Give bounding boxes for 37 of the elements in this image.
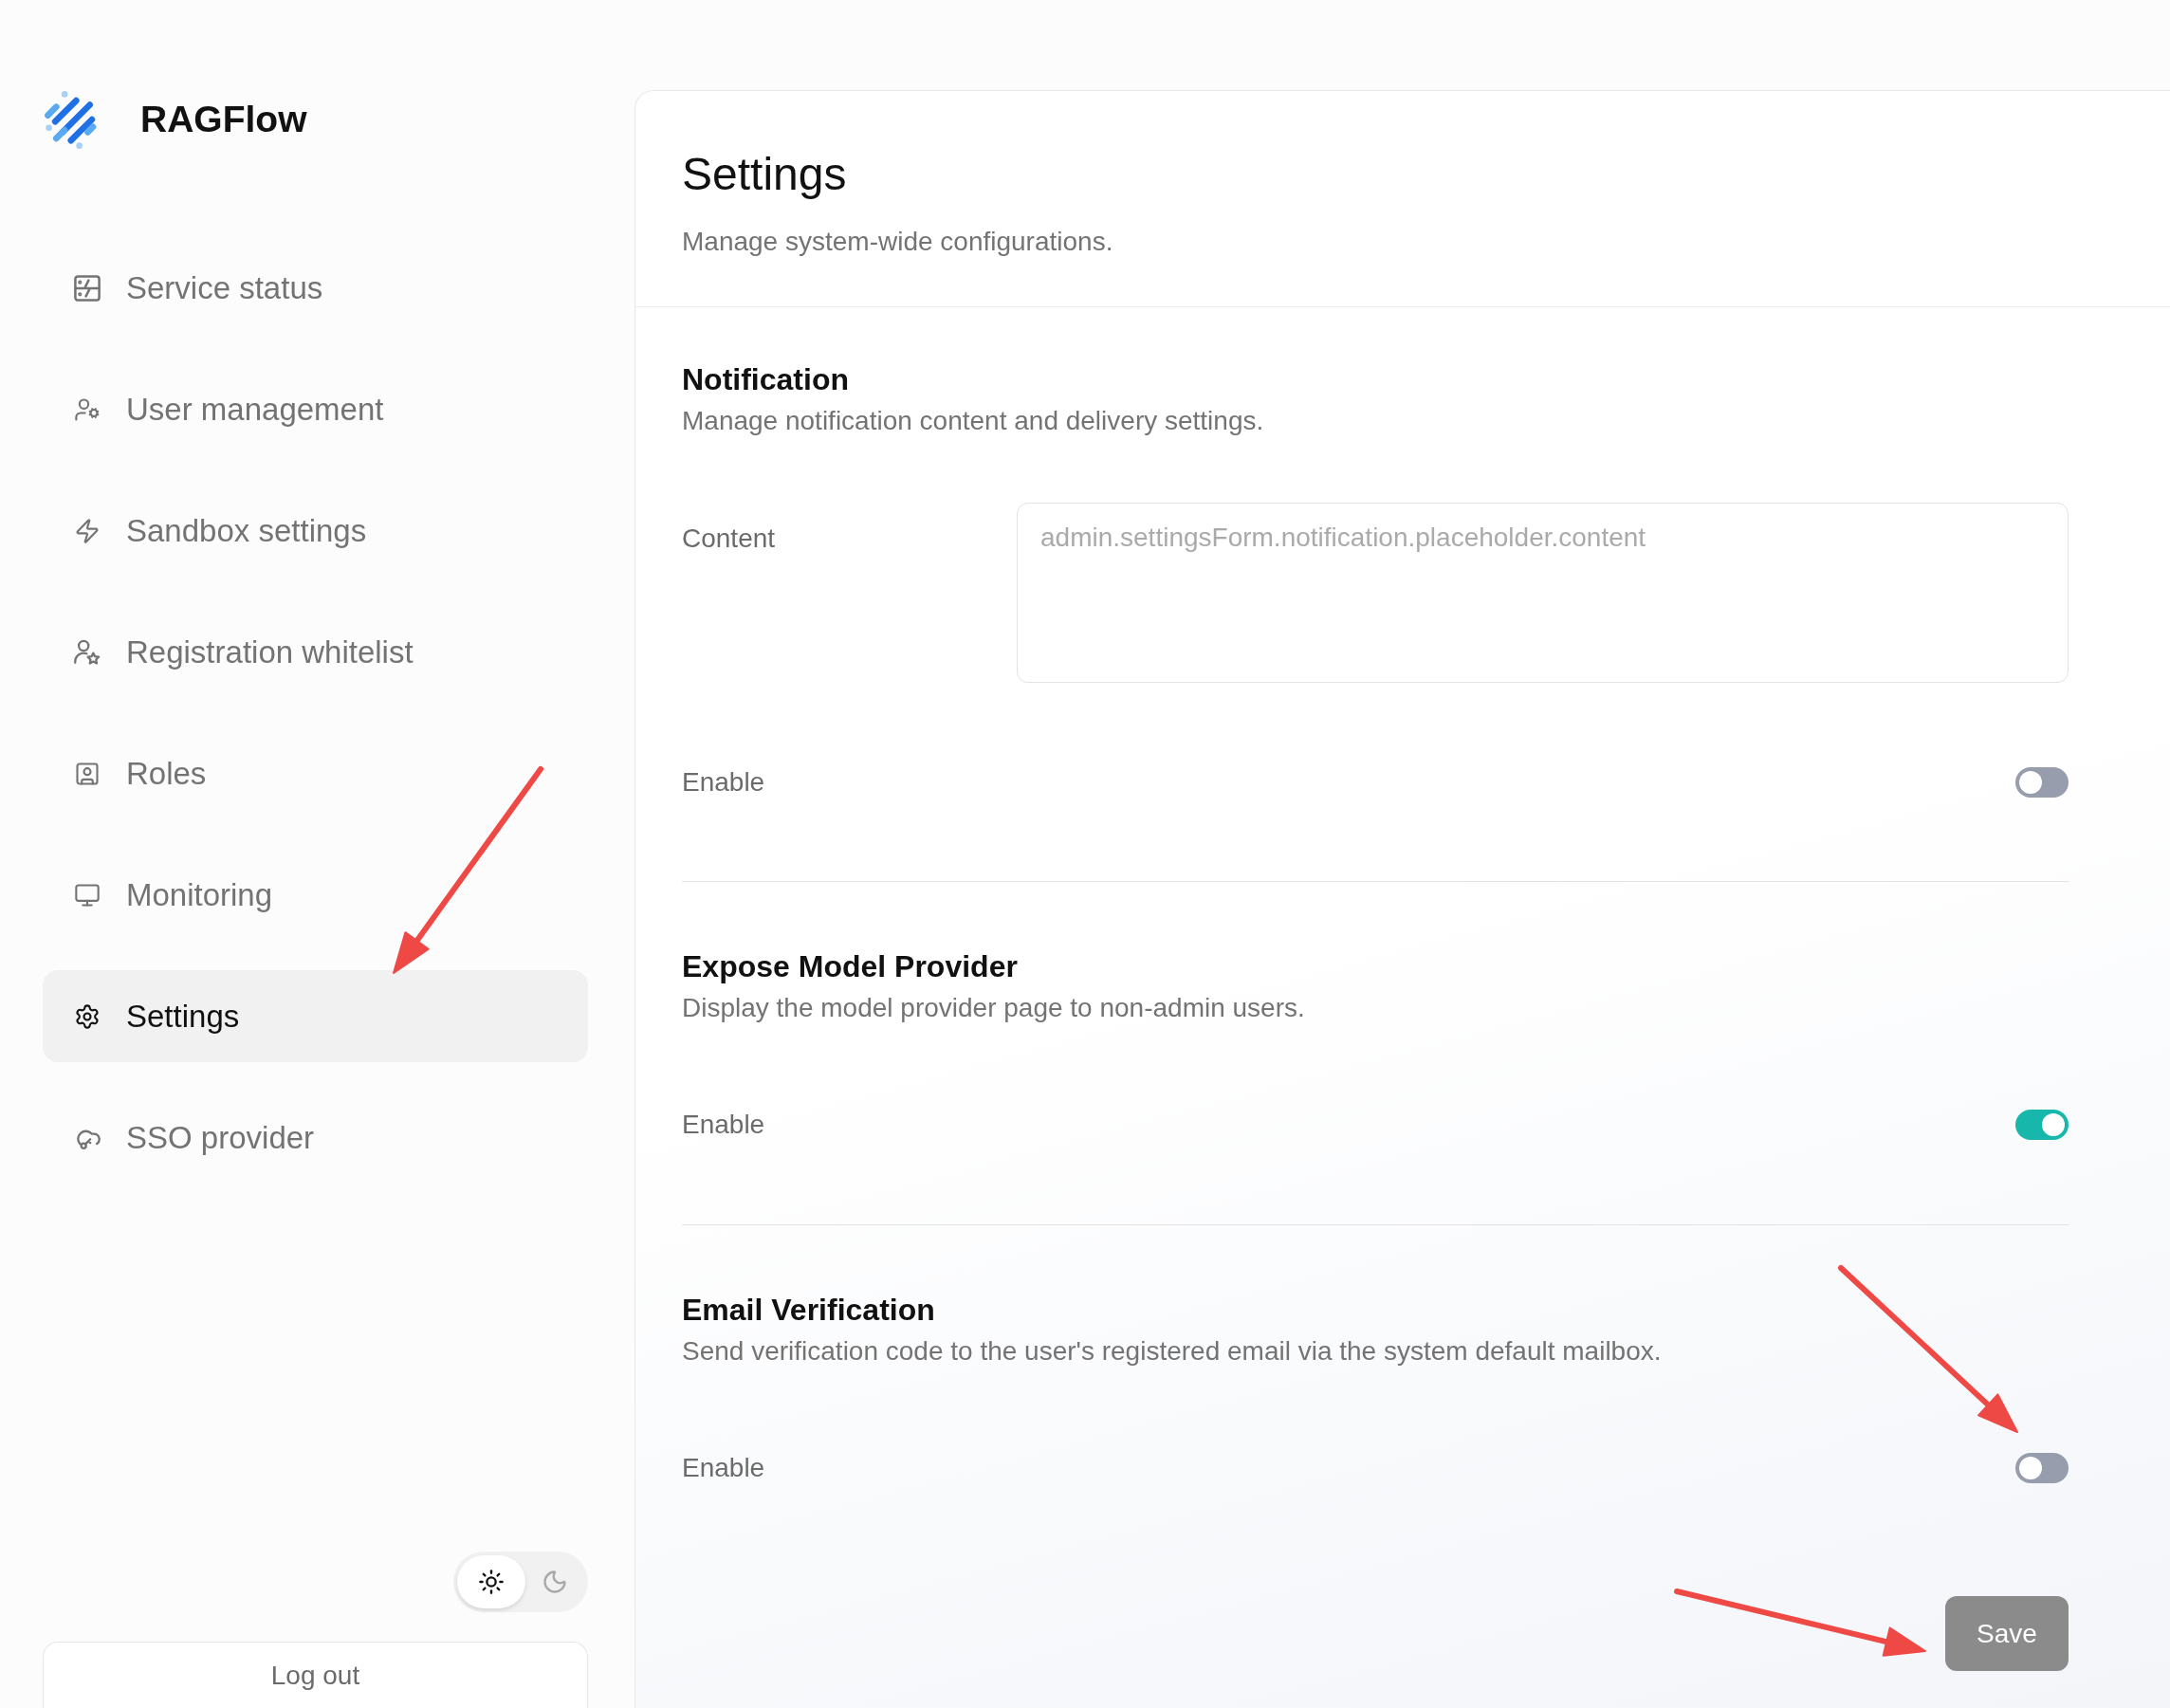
sidebar-item[interactable]: Sandbox settings <box>74 511 367 550</box>
toggle-switch[interactable] <box>2015 1110 2069 1140</box>
theme-option[interactable] <box>457 1555 525 1608</box>
sidebar-item[interactable]: Settings <box>43 970 588 1062</box>
sidebar-item[interactable]: Service status <box>74 268 323 307</box>
moon-icon <box>542 1569 568 1595</box>
sidebar-item[interactable]: SSO provider <box>74 1118 315 1157</box>
toggle-switch[interactable] <box>2015 767 2069 798</box>
sidebar-item[interactable]: Monitoring <box>74 875 273 914</box>
content-field[interactable]: admin.settingsForm.notification.placeholder.content <box>1017 503 2069 683</box>
sidebar-item[interactable]: Roles <box>74 754 207 793</box>
section-description: Display the model provider page to non-admin users. <box>682 992 1306 1024</box>
field-label: Content <box>682 523 777 555</box>
logout-button[interactable]: Log out <box>43 1642 588 1708</box>
field-label: Enable <box>682 1452 765 1484</box>
section-description: Manage notification content and delivery settings. <box>682 405 1265 437</box>
sun-icon <box>478 1569 505 1595</box>
monitor-icon <box>74 881 101 909</box>
user-square-icon <box>74 760 101 787</box>
sidebar-item[interactable]: User management <box>74 390 384 429</box>
page-subtitle: Manage system-wide configurations. <box>682 226 1114 258</box>
field-label: Enable <box>682 766 765 799</box>
section-title: Notification <box>682 361 850 398</box>
settings-icon <box>74 1002 101 1030</box>
user-gear-icon <box>74 395 101 423</box>
brand-name: RAGFlow <box>140 98 307 141</box>
lightning-icon <box>74 517 101 544</box>
section-title: Email Verification <box>682 1292 936 1329</box>
save-button[interactable]: Save <box>1945 1596 2069 1671</box>
server-bolt-icon <box>74 274 101 302</box>
section-description: Send verification code to the user's registered email via the system default mailbox. <box>682 1335 1663 1368</box>
field-label: Enable <box>682 1109 765 1141</box>
user-star-icon <box>74 638 101 666</box>
toggle-switch[interactable] <box>2015 1453 2069 1483</box>
sidebar-item[interactable]: Registration whitelist <box>74 633 414 671</box>
page-title: Settings <box>682 148 848 201</box>
section-title: Expose Model Provider <box>682 948 1019 985</box>
